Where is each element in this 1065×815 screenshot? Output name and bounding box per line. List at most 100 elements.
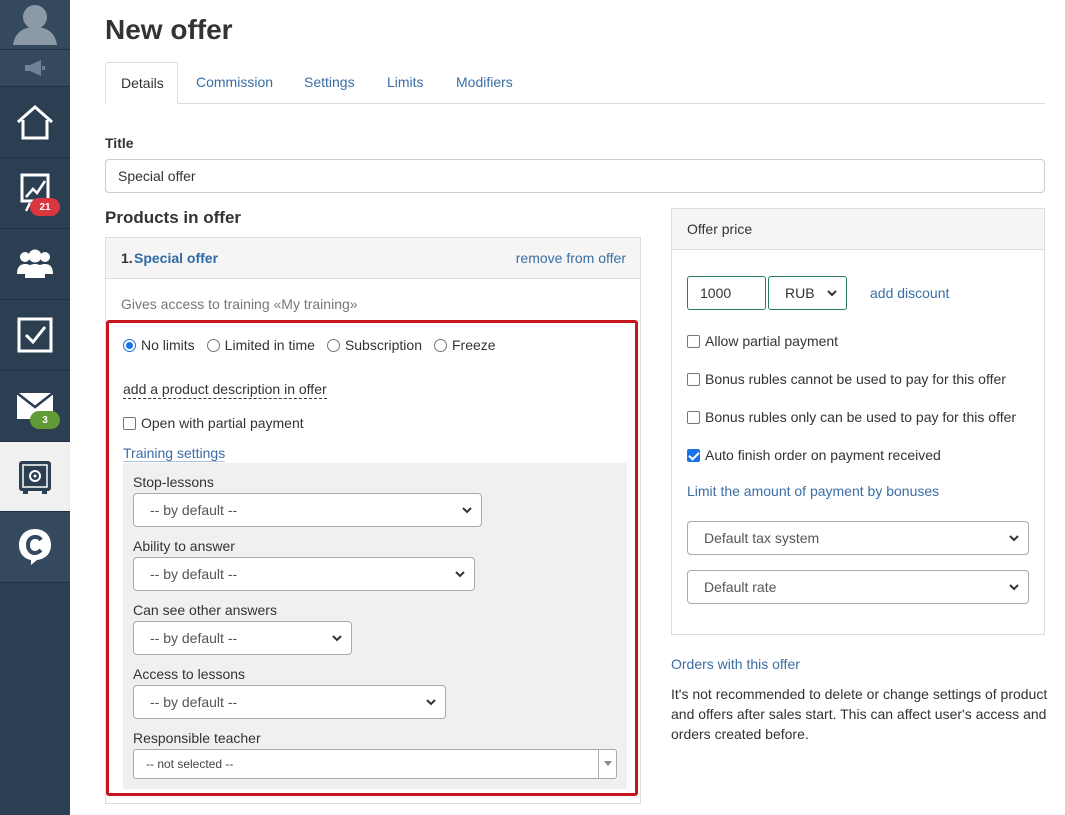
partial-payment-checkbox[interactable] bbox=[123, 416, 136, 430]
sidebar-item-home[interactable] bbox=[0, 87, 70, 158]
training-settings-link[interactable]: Training settings bbox=[123, 445, 226, 462]
see-other-answers-value: -- by default -- bbox=[150, 630, 238, 646]
tax-rate-value: Default rate bbox=[704, 579, 777, 595]
chevron-down-icon bbox=[332, 635, 342, 642]
chevron-down-icon bbox=[462, 507, 472, 514]
sidebar-item-settings[interactable] bbox=[0, 442, 70, 512]
ability-to-answer-value: -- by default -- bbox=[150, 566, 238, 582]
user-avatar-icon bbox=[13, 4, 57, 45]
ability-to-answer-select[interactable]: -- by default -- bbox=[133, 557, 475, 591]
radio-limited-in-time-label[interactable]: Limited in time bbox=[225, 337, 315, 353]
bonus-only-pay-label[interactable]: Bonus rubles only can be used to pay for… bbox=[705, 409, 1016, 425]
add-product-description-link[interactable]: add a product description in offer bbox=[123, 381, 327, 399]
title-input[interactable] bbox=[105, 159, 1045, 193]
radio-freeze[interactable] bbox=[433, 338, 447, 352]
sidebar-logo[interactable] bbox=[0, 512, 70, 583]
auto-finish-order-label[interactable]: Auto finish order on payment received bbox=[705, 447, 941, 463]
training-settings-box: Stop-lessons -- by default -- Ability to… bbox=[123, 463, 627, 789]
limit-options: No limits Limited in time Subscription F… bbox=[123, 337, 508, 353]
see-other-answers-label: Can see other answers bbox=[133, 602, 277, 618]
radio-subscription[interactable] bbox=[326, 338, 340, 352]
sidebar-item-users[interactable] bbox=[0, 229, 70, 300]
tab-modifiers[interactable]: Modifiers bbox=[441, 62, 528, 104]
see-other-answers-select[interactable]: -- by default -- bbox=[133, 621, 352, 655]
add-discount-link[interactable]: add discount bbox=[870, 285, 949, 301]
allow-partial-payment-checkbox[interactable] bbox=[687, 334, 700, 348]
allow-partial-payment-label[interactable]: Allow partial payment bbox=[705, 333, 838, 349]
radio-no-limits[interactable] bbox=[123, 338, 136, 352]
stop-lessons-value: -- by default -- bbox=[150, 502, 238, 518]
product-number: 1. bbox=[121, 250, 133, 266]
offer-price-heading: Offer price bbox=[687, 221, 753, 237]
tab-commission[interactable]: Commission bbox=[181, 62, 288, 104]
bonus-cannot-pay-option[interactable]: Bonus rubles cannot be used to pay for t… bbox=[687, 371, 1006, 387]
bonus-cannot-pay-checkbox[interactable] bbox=[687, 372, 700, 386]
safe-settings-icon bbox=[19, 460, 51, 494]
tax-system-select[interactable]: Default tax system bbox=[687, 521, 1029, 555]
bonus-only-pay-checkbox[interactable] bbox=[687, 410, 700, 424]
access-to-lessons-label: Access to lessons bbox=[133, 666, 246, 682]
tab-settings[interactable]: Settings bbox=[289, 62, 370, 104]
tax-rate-select[interactable]: Default rate bbox=[687, 570, 1029, 604]
remove-from-offer-link[interactable]: remove from offer bbox=[516, 250, 626, 266]
tab-bar: Details Commission Settings Limits Modif… bbox=[105, 62, 1045, 104]
megaphone-icon bbox=[25, 60, 45, 76]
chevron-down-icon bbox=[827, 290, 837, 297]
chevron-down-icon bbox=[426, 699, 436, 706]
product-description: Gives access to training «My training» bbox=[121, 296, 358, 312]
responsible-teacher-select[interactable]: -- not selected -- bbox=[133, 749, 617, 779]
product-name-link[interactable]: Special offer bbox=[134, 250, 218, 266]
limit-bonus-payment-link[interactable]: Limit the amount of payment by bonuses bbox=[687, 483, 939, 499]
page-title: New offer bbox=[105, 14, 233, 45]
sidebar-notifications[interactable] bbox=[0, 50, 70, 87]
product-header: 1. Special offer remove from offer bbox=[106, 238, 640, 279]
messages-badge: 3 bbox=[30, 411, 60, 429]
auto-finish-order-checkbox[interactable] bbox=[687, 448, 700, 462]
currency-value: RUB bbox=[785, 285, 815, 301]
offer-price-header: Offer price bbox=[672, 209, 1044, 250]
stop-lessons-label: Stop-lessons bbox=[133, 474, 214, 490]
tax-system-value: Default tax system bbox=[704, 530, 820, 546]
currency-select[interactable]: RUB bbox=[768, 276, 847, 310]
product-panel: 1. Special offer remove from offer Gives… bbox=[105, 237, 641, 804]
chevron-down-icon bbox=[455, 571, 465, 578]
price-amount-input[interactable]: 1000 bbox=[687, 276, 766, 310]
sidebar-item-tasks[interactable] bbox=[0, 300, 70, 371]
radio-limited-in-time[interactable] bbox=[206, 338, 220, 352]
chevron-down-icon bbox=[1009, 584, 1019, 591]
users-icon bbox=[17, 249, 53, 278]
getcourse-logo-icon bbox=[19, 529, 51, 565]
bonus-cannot-pay-label[interactable]: Bonus rubles cannot be used to pay for t… bbox=[705, 371, 1006, 387]
responsible-teacher-label: Responsible teacher bbox=[133, 730, 261, 746]
stop-lessons-select[interactable]: -- by default -- bbox=[133, 493, 482, 527]
tab-limits[interactable]: Limits bbox=[372, 62, 439, 104]
sidebar-item-messages[interactable]: 3 bbox=[0, 371, 70, 442]
allow-partial-payment-option[interactable]: Allow partial payment bbox=[687, 333, 838, 349]
partial-payment-option[interactable]: Open with partial payment bbox=[123, 415, 304, 431]
sidebar-item-sales[interactable]: 21 bbox=[0, 158, 70, 229]
radio-subscription-label[interactable]: Subscription bbox=[345, 337, 422, 353]
access-to-lessons-value: -- by default -- bbox=[150, 694, 238, 710]
responsible-teacher-value: -- not selected -- bbox=[146, 757, 234, 771]
partial-payment-label[interactable]: Open with partial payment bbox=[141, 415, 304, 431]
warning-note: It's not recommended to delete or change… bbox=[671, 686, 1048, 742]
tab-details[interactable]: Details bbox=[105, 62, 178, 104]
chevron-down-icon bbox=[1009, 535, 1019, 542]
auto-finish-order-option[interactable]: Auto finish order on payment received bbox=[687, 447, 941, 463]
home-icon bbox=[17, 104, 53, 140]
sidebar-avatar[interactable] bbox=[0, 0, 70, 50]
radio-no-limits-label[interactable]: No limits bbox=[141, 337, 195, 353]
title-label: Title bbox=[105, 135, 134, 151]
radio-freeze-label[interactable]: Freeze bbox=[452, 337, 496, 353]
bonus-only-pay-option[interactable]: Bonus rubles only can be used to pay for… bbox=[687, 409, 1016, 425]
sidebar: 21 3 bbox=[0, 0, 70, 815]
sales-badge: 21 bbox=[30, 198, 60, 216]
highlighted-settings-area: No limits Limited in time Subscription F… bbox=[106, 320, 638, 796]
caret-down-icon bbox=[603, 761, 612, 766]
offer-price-panel: Offer price 1000 RUB add discount Allow … bbox=[671, 208, 1045, 635]
ability-to-answer-label: Ability to answer bbox=[133, 538, 235, 554]
orders-with-offer-link[interactable]: Orders with this offer bbox=[671, 656, 800, 672]
checkbox-icon bbox=[17, 317, 53, 353]
access-to-lessons-select[interactable]: -- by default -- bbox=[133, 685, 446, 719]
select-arrow[interactable] bbox=[598, 750, 616, 778]
